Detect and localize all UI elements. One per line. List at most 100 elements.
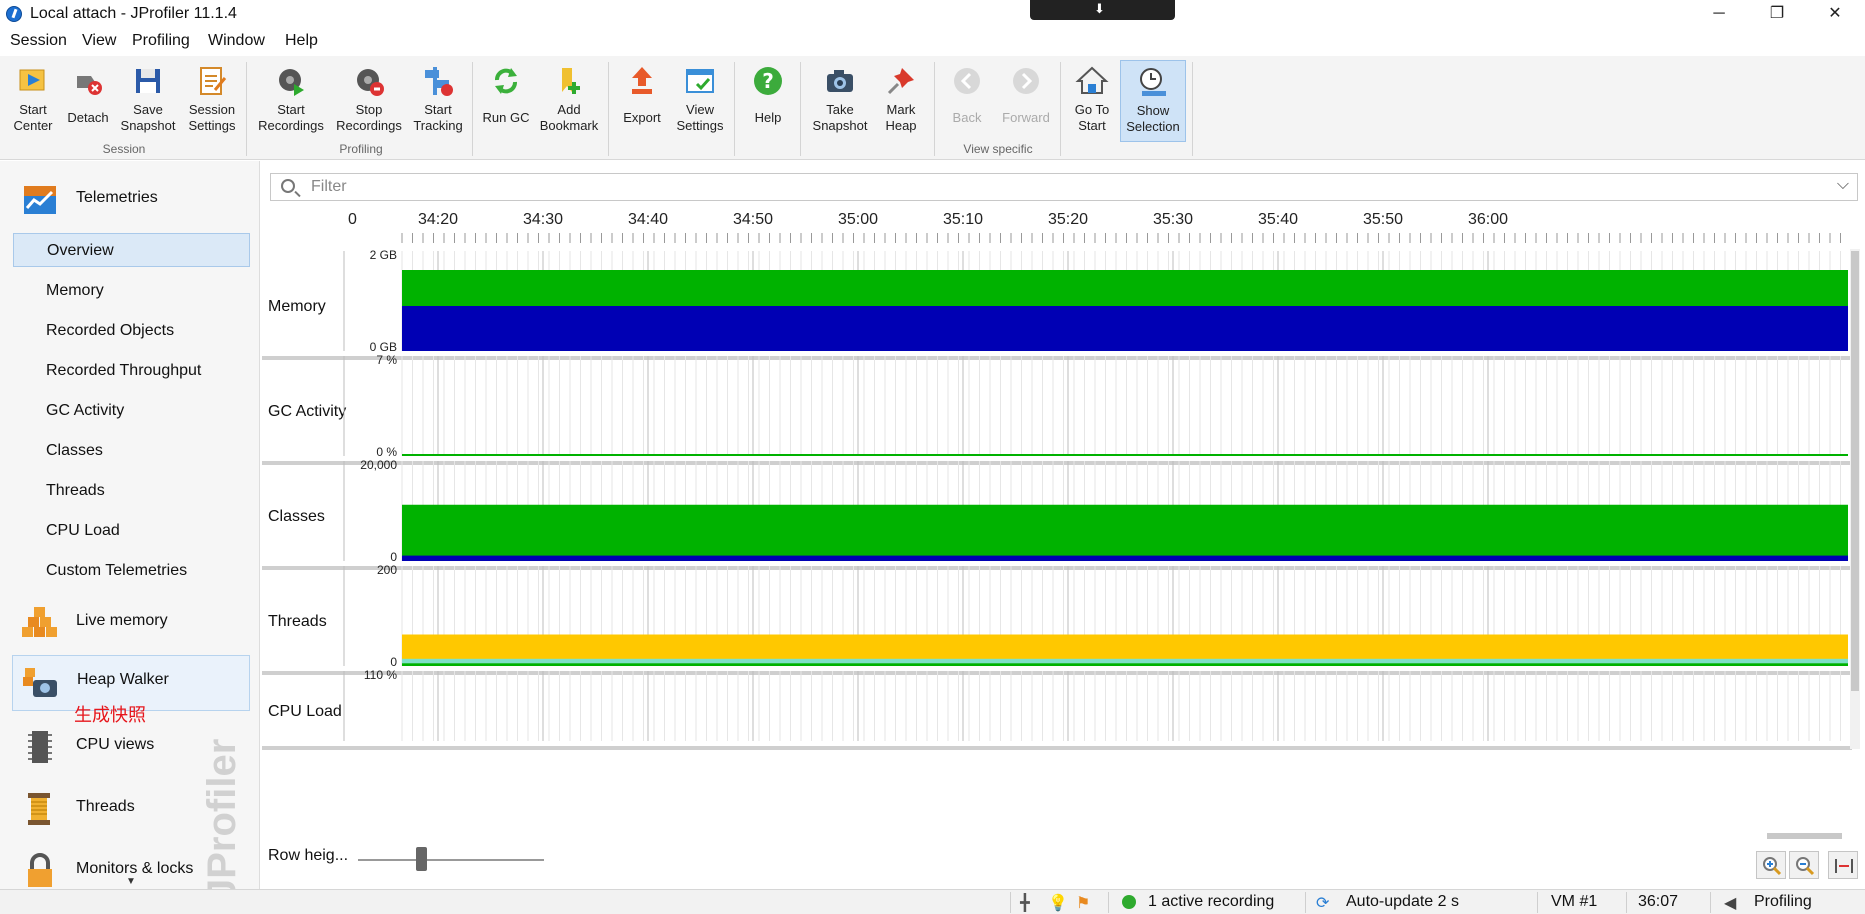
- camera-icon: [823, 64, 857, 98]
- horizontal-scrollbar-thumb: [1767, 833, 1842, 839]
- detach-button[interactable]: Detach: [62, 60, 114, 142]
- telemetry-overview-panel: Filter ⌵ 0 34:20 34:30 34:40 34:50 35:00 35:10…: [262, 161, 1865, 889]
- telemetry-charts[interactable]: 0 34:20 34:30 34:40 34:50 35:00 35:10 35:20 35:3…: [262, 205, 1865, 841]
- title-bar: Local attach - JProfiler 11.1.4 ⬇ ─ ❐ ✕: [0, 0, 1865, 28]
- menu-session[interactable]: Session: [10, 32, 67, 50]
- menu-help[interactable]: Help: [285, 32, 318, 50]
- detach-icon: [71, 64, 105, 98]
- chevron-down-icon[interactable]: ⌵: [1837, 176, 1849, 194]
- session-settings-button[interactable]: Session Settings: [182, 60, 242, 142]
- stop-recordings-button[interactable]: Stop Recordings: [332, 60, 406, 142]
- sidebar-item-cpu-load[interactable]: CPU Load: [13, 514, 250, 548]
- start-center-button[interactable]: Start Center: [6, 60, 60, 142]
- sidebar-item-memory[interactable]: Memory: [13, 274, 250, 308]
- go-to-start-button[interactable]: Go To Start: [1066, 60, 1118, 142]
- sidebar-item-recorded-objects[interactable]: Recorded Objects: [13, 314, 250, 348]
- auto-update-status[interactable]: Auto-update 2 s: [1346, 893, 1459, 911]
- zoom-in-button[interactable]: [1756, 851, 1786, 879]
- take-snapshot-button[interactable]: Take Snapshot: [808, 60, 872, 142]
- back-button[interactable]: Back: [940, 60, 994, 142]
- row-height-slider-thumb[interactable]: [416, 847, 427, 871]
- y-axis-top-label: 110 %: [364, 668, 397, 682]
- time-tick-label: 36:00: [1468, 211, 1508, 228]
- forward-button[interactable]: Forward: [996, 60, 1056, 142]
- time-tick-label: 34:40: [628, 211, 668, 228]
- toolbar-group-session: Session: [102, 142, 146, 156]
- fit-to-window-button[interactable]: [1828, 851, 1858, 879]
- start-center-icon: [16, 64, 50, 98]
- remote-desktop-bar[interactable]: ⬇: [1030, 0, 1175, 20]
- start-tracking-button[interactable]: Start Tracking: [408, 60, 468, 142]
- chart-row-divider: [262, 461, 1852, 465]
- zoom-out-button[interactable]: [1789, 851, 1819, 879]
- active-recording-status[interactable]: 1 active recording: [1148, 893, 1274, 911]
- export-icon: [625, 64, 659, 98]
- view-settings-button[interactable]: View Settings: [672, 60, 728, 142]
- run-gc-button[interactable]: Run GC: [478, 60, 534, 142]
- chart-row-divider: [262, 746, 1852, 750]
- sidebar-item-overview[interactable]: Overview: [13, 233, 250, 267]
- vm-indicator: VM #1: [1551, 893, 1598, 910]
- menu-window[interactable]: Window: [208, 32, 265, 50]
- zoom-in-icon: [1763, 857, 1782, 876]
- zoom-out-icon: [1796, 857, 1815, 876]
- monitors-locks-icon: [22, 853, 58, 889]
- live-memory-icon: [22, 605, 58, 641]
- window-title: Local attach - JProfiler 11.1.4: [30, 5, 237, 22]
- y-axis-bottom-label: 0 GB: [370, 340, 397, 354]
- show-selection-button[interactable]: Show Selection: [1120, 60, 1186, 142]
- chart-title: Memory: [268, 298, 326, 315]
- fit-width-icon: [1835, 859, 1853, 873]
- lightbulb-icon[interactable]: 💡: [1048, 893, 1068, 913]
- auto-update-icon: ⟳: [1316, 895, 1330, 912]
- menu-profiling[interactable]: Profiling: [132, 32, 190, 50]
- recording-status-icon: [1122, 895, 1136, 909]
- status-divider: [1108, 892, 1109, 913]
- status-divider: [1710, 892, 1711, 913]
- pin-icon[interactable]: ╋: [1020, 893, 1030, 913]
- add-bookmark-button[interactable]: Add Bookmark: [536, 60, 602, 142]
- sidebar-item-gc-activity[interactable]: GC Activity: [13, 394, 250, 428]
- home-icon: [1075, 64, 1109, 98]
- sidebar-section-live-memory[interactable]: Live memory: [12, 597, 250, 647]
- time-tick-label: 35:00: [838, 211, 878, 228]
- help-icon: ?: [751, 64, 785, 98]
- menu-view[interactable]: View: [82, 32, 116, 50]
- sidebar-item-threads[interactable]: Threads: [13, 474, 250, 508]
- chart-title: GC Activity: [268, 403, 346, 420]
- sidebar-item-classes[interactable]: Classes: [13, 434, 250, 468]
- flag-icon[interactable]: ⚑: [1076, 893, 1090, 913]
- filter-field[interactable]: Filter ⌵: [270, 173, 1858, 201]
- series-area: [402, 504, 1848, 561]
- status-divider: [1010, 892, 1011, 913]
- time-tick-label: 35:10: [943, 211, 983, 228]
- jprofiler-watermark: JProfiler: [200, 738, 244, 889]
- toolbar-separator: [800, 62, 801, 156]
- minimize-button[interactable]: ─: [1690, 0, 1748, 28]
- y-axis-top-label: 200: [377, 563, 397, 577]
- export-button[interactable]: Export: [614, 60, 670, 142]
- pin-icon: [884, 64, 918, 98]
- close-button[interactable]: ✕: [1806, 0, 1864, 28]
- sidebar-item-recorded-throughput[interactable]: Recorded Throughput: [13, 354, 250, 388]
- stop-recordings-icon: [352, 64, 386, 98]
- row-height-slider-track[interactable]: [358, 859, 544, 861]
- sidebar-section-telemetries[interactable]: Telemetries: [12, 174, 250, 224]
- sidebar-scroll-down-icon[interactable]: ▼: [126, 876, 136, 887]
- profiling-mode-icon: ◀: [1724, 895, 1737, 912]
- mark-heap-button[interactable]: Mark Heap: [874, 60, 928, 142]
- remote-bar-arrow-icon[interactable]: ⬇: [1094, 1, 1105, 17]
- help-button[interactable]: ? Help: [742, 60, 794, 142]
- sidebar-item-custom-telemetries[interactable]: Custom Telemetries: [13, 554, 250, 588]
- chart-row-divider: [262, 356, 1852, 360]
- toolbar-separator: [608, 62, 609, 156]
- restore-button[interactable]: ❐: [1748, 0, 1806, 28]
- y-axis-bottom-label: 0: [390, 550, 397, 564]
- start-recordings-button[interactable]: Start Recordings: [254, 60, 328, 142]
- time-tick-label: 35:30: [1153, 211, 1193, 228]
- time-tick-label: 34:20: [418, 211, 458, 228]
- save-snapshot-button[interactable]: Save Snapshot: [118, 60, 178, 142]
- threads-icon: [22, 791, 58, 827]
- profiling-mode-status: Profiling: [1754, 893, 1812, 910]
- y-axis-bottom-label: 0: [390, 655, 397, 669]
